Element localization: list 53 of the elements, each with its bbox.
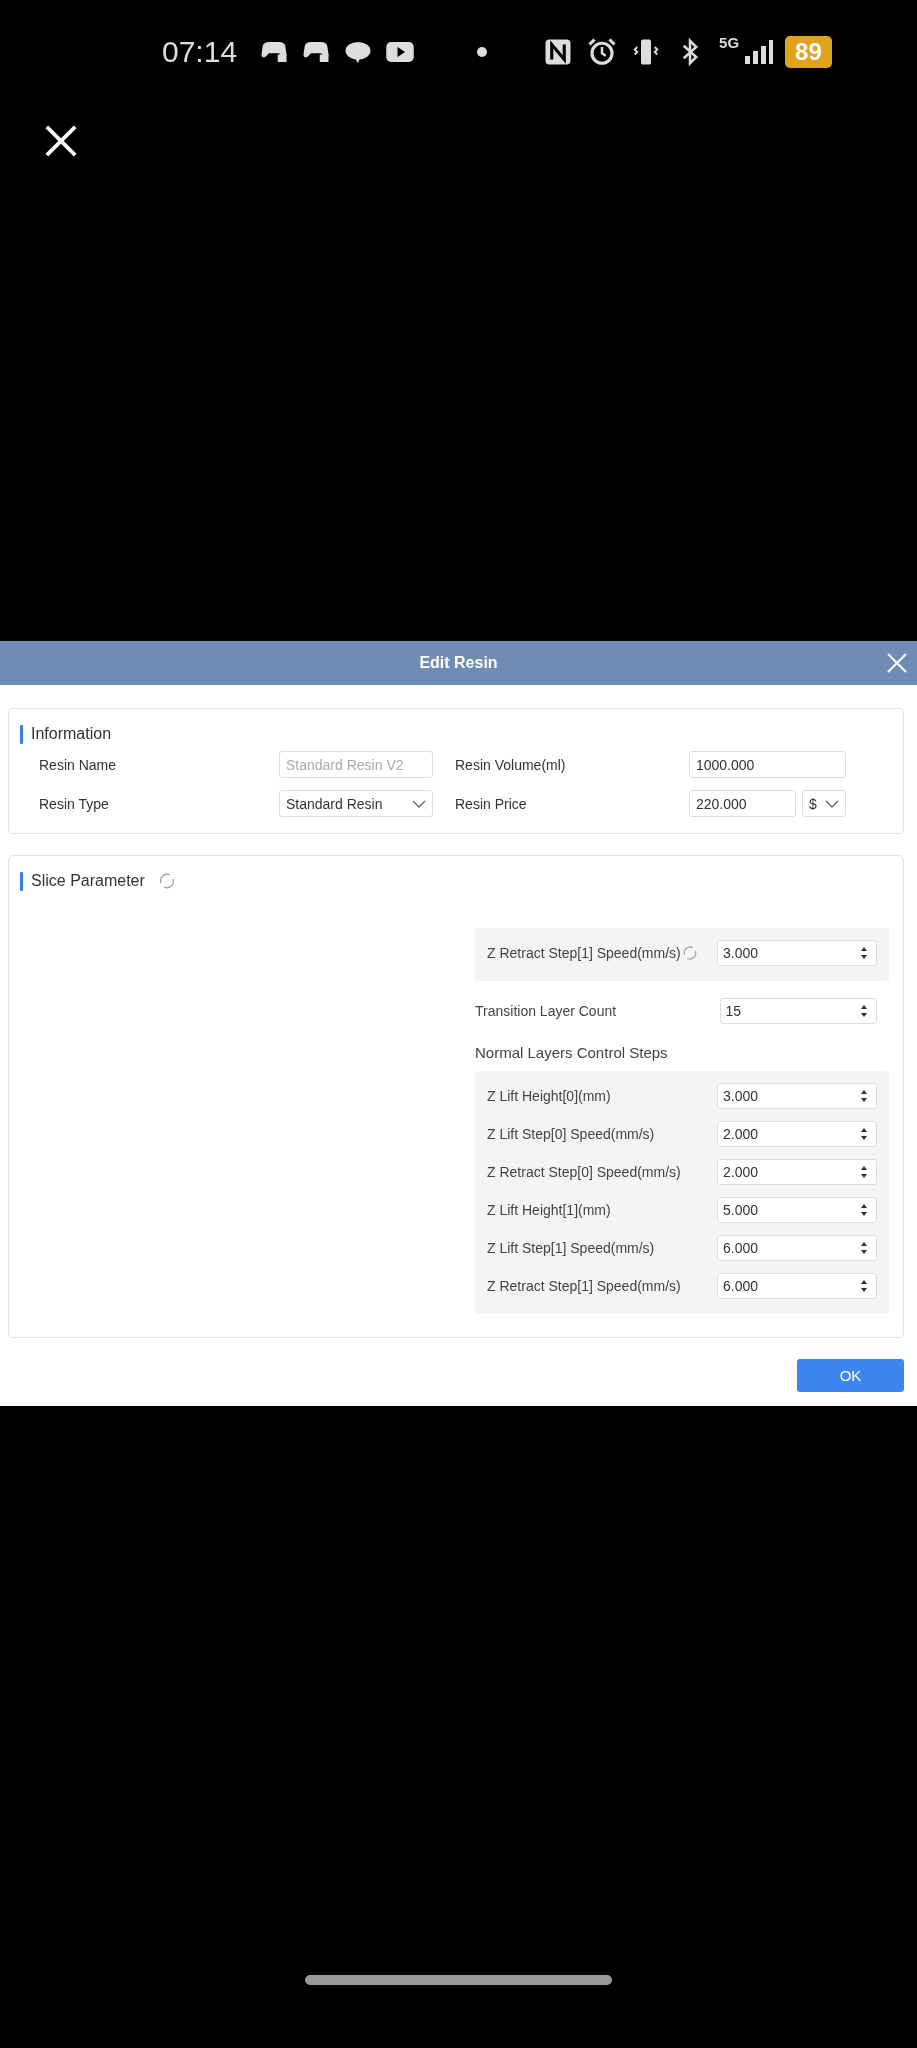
parameter-label: Z Retract Step[0] Speed(mm/s) [487, 1164, 681, 1180]
chevron-down-icon [412, 799, 426, 808]
number-spinner-field[interactable]: 3.000 [717, 1083, 877, 1109]
parameter-label: Z Retract Step[1] Speed(mm/s) [487, 1278, 681, 1294]
ok-button[interactable]: OK [797, 1359, 904, 1392]
stepper-arrows-icon[interactable] [860, 1127, 868, 1141]
stepper-arrows-icon[interactable] [860, 1203, 868, 1217]
currency-dropdown[interactable]: $ [802, 790, 846, 817]
parameter-label: Transition Layer Count [475, 1003, 618, 1019]
section-title: Information [31, 725, 112, 743]
chevron-down-icon [825, 799, 839, 808]
parameter-label: Z Lift Height[1](mm) [487, 1202, 611, 1218]
number-spinner-field[interactable]: 5.000 [717, 1197, 877, 1223]
number-spinner-field[interactable]: 15 [719, 998, 877, 1024]
number-spinner-field[interactable]: 2.000 [717, 1159, 877, 1185]
parameter-label: Z Lift Step[0] Speed(mm/s) [487, 1126, 655, 1142]
close-icon[interactable] [44, 124, 78, 158]
resin-volume-field[interactable]: 1000.000 [689, 751, 846, 778]
section-marker [20, 871, 23, 891]
stepper-arrows-icon[interactable] [860, 1089, 868, 1103]
resin-type-dropdown[interactable]: Standard Resin [279, 790, 433, 817]
section-marker [20, 724, 23, 744]
stepper-arrows-icon[interactable] [860, 1279, 868, 1293]
parameter-label: Z Retract Step[1] Speed(mm/s) [487, 945, 681, 961]
number-spinner-field[interactable]: 6.000 [717, 1235, 877, 1261]
stepper-arrows-icon[interactable] [860, 1004, 868, 1018]
field-label: Resin Price [454, 795, 528, 812]
clock-time: 07:14 [162, 35, 238, 69]
network-type: 5G [719, 34, 740, 51]
section-title: Slice Parameter [31, 872, 145, 890]
battery-level: 89 [785, 36, 832, 68]
play-icon [385, 39, 416, 65]
number-spinner-field[interactable]: 3.000 [717, 940, 877, 966]
resin-price-field[interactable]: 220.000 [689, 790, 796, 817]
parameter-label: Z Lift Step[1] Speed(mm/s) [487, 1240, 655, 1256]
dialog-title: Edit Resin [419, 654, 498, 672]
number-spinner-field[interactable]: 2.000 [717, 1121, 877, 1147]
stepper-arrows-icon[interactable] [860, 1241, 868, 1255]
field-label: Resin Type [38, 795, 110, 812]
number-spinner-field[interactable]: 6.000 [717, 1273, 877, 1299]
field-label: Resin Name [38, 756, 118, 773]
signal-icon [743, 39, 774, 65]
parameter-label: Z Lift Height[0](mm) [487, 1088, 611, 1104]
alarm-icon [587, 37, 618, 67]
game-controller-icon [259, 39, 290, 65]
field-label: Resin Volume(ml) [454, 756, 567, 773]
stepper-arrows-icon[interactable] [860, 946, 868, 960]
group-heading: Normal Layers Control Steps [475, 1042, 669, 1063]
game-controller-icon [301, 39, 332, 65]
notification-dot-icon [477, 47, 488, 57]
vibrate-icon [631, 37, 662, 67]
nfc-icon [543, 37, 574, 67]
stepper-arrows-icon[interactable] [860, 1165, 868, 1179]
